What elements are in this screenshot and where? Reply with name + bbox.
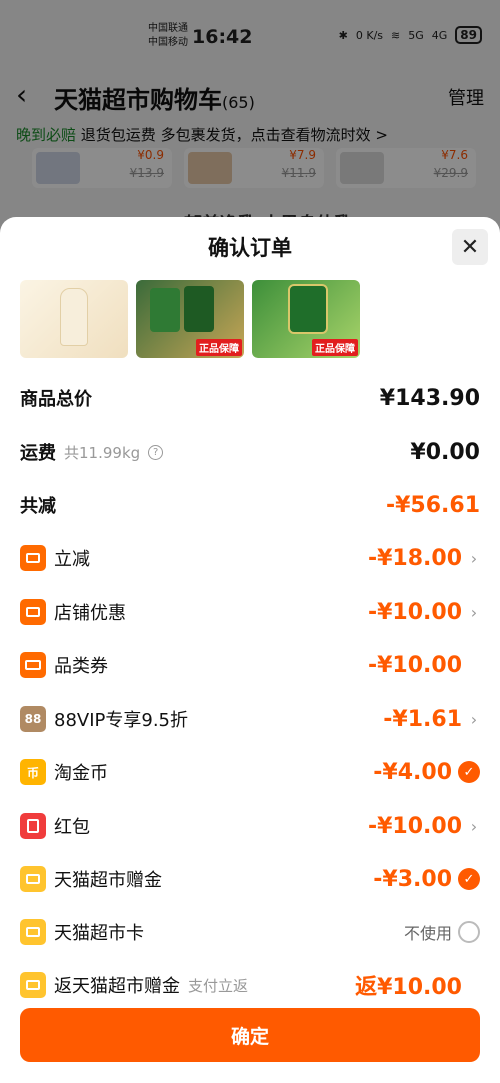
row-market-card[interactable]: 天猫超市卡 不使用 (20, 917, 480, 947)
card-value: 不使用 (403, 924, 452, 943)
product-thumbnail[interactable]: 正品保障 (136, 280, 244, 358)
rebate-value: 返¥10.00 (355, 975, 462, 1000)
redpacket-value: -¥10.00 (367, 813, 462, 839)
card-icon-shape (26, 927, 40, 937)
row-total-reduce: 共减 -¥56.61 (20, 490, 480, 520)
row-category-coupon[interactable]: 品类券 -¥10.00 (20, 650, 480, 680)
red-packet-icon (20, 813, 46, 839)
row-value: -¥4.00 ✓ (373, 760, 480, 785)
row-instant-discount[interactable]: 立减 -¥18.00 › (20, 543, 480, 573)
shop-value: -¥10.00 (367, 599, 462, 625)
product-thumbnails: 正品保障 正品保障 (20, 280, 360, 358)
radio-unchecked-icon[interactable] (458, 921, 480, 943)
row-label: 立减 (20, 545, 90, 571)
chevron-right-icon: › (470, 709, 478, 729)
row-label: 品类券 (20, 652, 108, 678)
beer-can-image (184, 286, 214, 332)
chevron-right-icon: › (470, 602, 478, 622)
row-rebate: 返天猫超市赠金 支付立返 返¥10.00 (20, 970, 480, 1000)
chevron-right-icon: › (470, 548, 478, 568)
tsingtao-can-image (288, 284, 328, 334)
shipping-label: 运费 (20, 443, 56, 464)
row-label: 共减 (20, 492, 56, 518)
redpacket-label: 红包 (54, 817, 90, 838)
vip-value: -¥1.61 (383, 706, 462, 732)
wallet-icon-shape (26, 980, 40, 990)
coin-icon: 币 (20, 759, 46, 785)
row-shipping: 运费 共11.99kg? ¥0.00 (20, 437, 480, 467)
sheet-title: 确认订单 (208, 236, 292, 260)
wallet-icon (20, 972, 46, 998)
shop-icon-shape (26, 553, 40, 563)
row-value: 不使用 (404, 920, 480, 944)
close-button[interactable]: ✕ (452, 229, 488, 265)
beer-can-image (150, 288, 180, 332)
ticket-icon-shape (25, 660, 41, 670)
row-label: 运费 共11.99kg? (20, 439, 164, 465)
row-value: -¥10.00 › (368, 814, 480, 839)
giftmoney-label: 天猫超市赠金 (54, 870, 162, 891)
genuine-badge: 正品保障 (196, 339, 242, 356)
instant-label: 立减 (54, 549, 90, 570)
coins-label: 淘金币 (54, 763, 108, 784)
rebate-label: 返天猫超市赠金 (54, 976, 180, 997)
row-label: 天猫超市赠金 (20, 866, 162, 892)
row-taojinbi[interactable]: 币淘金币 -¥4.00 ✓ (20, 757, 480, 787)
shipping-value: ¥0.00 (410, 439, 480, 465)
total-label: 商品总价 (20, 389, 92, 410)
vip-label: 88VIP专享9.5折 (54, 710, 189, 731)
row-redpacket[interactable]: 红包 -¥10.00 › (20, 811, 480, 841)
red-packet-shape (27, 819, 39, 833)
shipping-weight: 共11.99kg (64, 443, 141, 462)
wallet-icon-shape (26, 874, 40, 884)
chevron-right-icon: › (470, 816, 478, 836)
row-total-price: 商品总价 ¥143.90 (20, 383, 480, 413)
vip-88-icon: 88 (20, 706, 46, 732)
row-value: -¥10.00 (368, 653, 480, 678)
instant-value: -¥18.00 (367, 545, 462, 571)
card-label: 天猫超市卡 (54, 923, 144, 944)
shop-icon (20, 599, 46, 625)
row-value: -¥10.00 › (368, 600, 480, 625)
confirm-button[interactable]: 确定 (20, 1008, 480, 1062)
wallet-icon (20, 866, 46, 892)
shop-label: 店铺优惠 (54, 603, 126, 624)
row-label: 币淘金币 (20, 759, 108, 785)
giftmoney-value: -¥3.00 (373, 866, 452, 892)
checkmark-icon[interactable]: ✓ (458, 868, 480, 890)
row-value: -¥1.61 › (383, 707, 480, 732)
product-thumbnail[interactable]: 正品保障 (252, 280, 360, 358)
reduce-value: -¥56.61 (385, 492, 480, 518)
row-label: 88 88VIP专享9.5折 (20, 706, 188, 732)
row-label: 商品总价 (20, 385, 92, 411)
row-label: 天猫超市卡 (20, 919, 144, 945)
row-label: 返天猫超市赠金 支付立返 (20, 972, 248, 998)
category-value: -¥10.00 (367, 652, 462, 678)
row-gift-money[interactable]: 天猫超市赠金 -¥3.00 ✓ (20, 864, 480, 894)
help-icon[interactable]: ? (148, 444, 164, 460)
row-label: 店铺优惠 (20, 599, 126, 625)
rebate-sub: 支付立返 (188, 976, 249, 995)
row-value: 返¥10.00 (355, 969, 480, 1001)
row-value: -¥18.00 › (368, 546, 480, 571)
lotion-bottle-image (60, 288, 88, 346)
row-88vip[interactable]: 88 88VIP专享9.5折 -¥1.61 › (20, 704, 480, 734)
coins-value: -¥4.00 (373, 759, 452, 785)
reduce-label: 共减 (20, 496, 56, 517)
category-label: 品类券 (54, 656, 108, 677)
row-label: 红包 (20, 813, 90, 839)
product-thumbnail[interactable] (20, 280, 128, 358)
ticket-icon (20, 652, 46, 678)
total-value: ¥143.90 (379, 385, 480, 411)
genuine-badge: 正品保障 (312, 339, 358, 356)
row-value: -¥3.00 ✓ (373, 867, 480, 892)
row-shop-discount[interactable]: 店铺优惠 -¥10.00 › (20, 597, 480, 627)
card-icon (20, 919, 46, 945)
checkmark-icon[interactable]: ✓ (458, 761, 480, 783)
close-icon: ✕ (460, 234, 480, 260)
shop-icon-shape (26, 607, 40, 617)
shop-icon (20, 545, 46, 571)
